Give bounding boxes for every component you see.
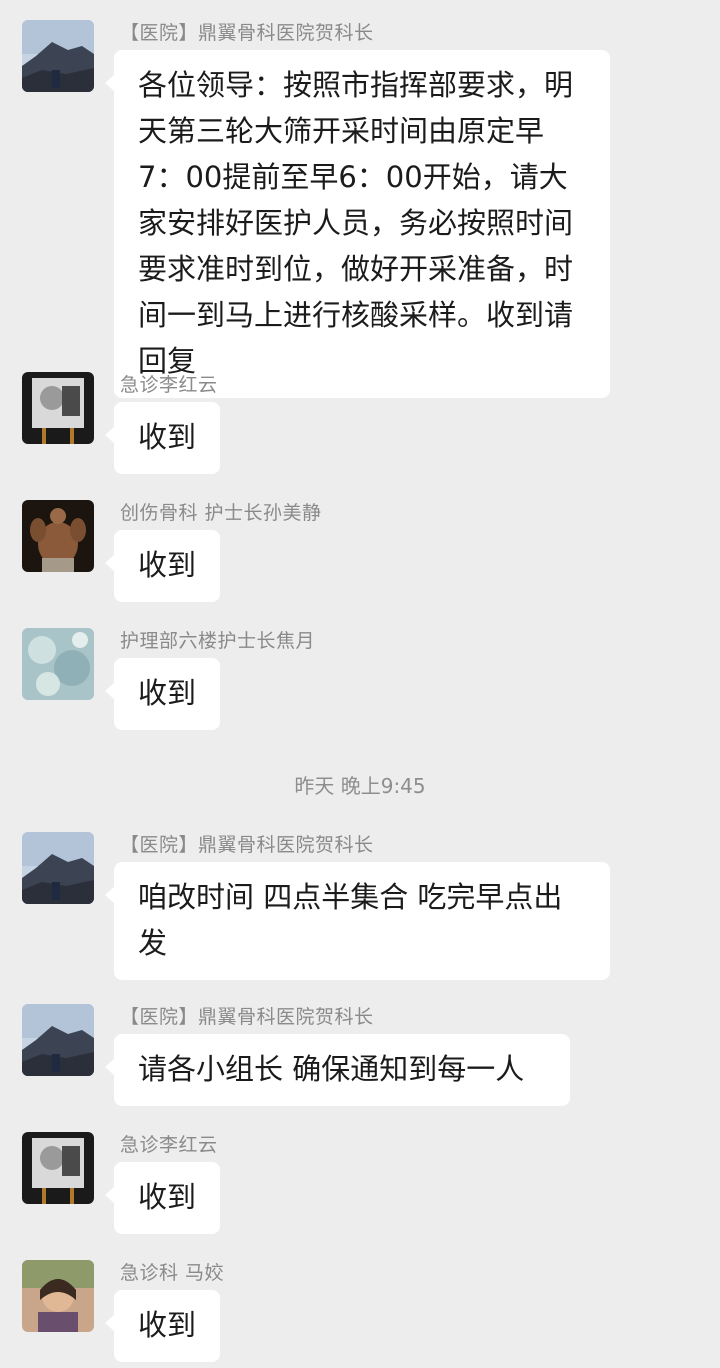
crystal-avatar[interactable] <box>22 628 94 700</box>
sender-name: 急诊李红云 <box>120 1134 218 1156</box>
sender-name: 创伤骨科 护士长孙美静 <box>120 502 322 524</box>
message-bubble[interactable]: 咱改时间 四点半集合 吃完早点出发 <box>105 862 610 980</box>
sender-name: 【医院】鼎翼骨科医院贺科长 <box>120 834 374 856</box>
sender-name: 【医院】鼎翼骨科医院贺科长 <box>120 22 374 44</box>
message-bubble[interactable]: 收到 <box>105 402 220 474</box>
mountain-avatar[interactable] <box>22 832 94 904</box>
message-bubble[interactable]: 请各小组长 确保通知到每一人 <box>105 1034 570 1106</box>
mountain-avatar[interactable] <box>22 1004 94 1076</box>
portrait-avatar[interactable] <box>22 372 94 444</box>
sender-name: 急诊李红云 <box>120 374 218 396</box>
child-avatar[interactable] <box>22 1260 94 1332</box>
sender-name: 急诊科 马姣 <box>120 1262 225 1284</box>
message-bubble[interactable]: 收到 <box>105 1290 220 1362</box>
portrait-avatar[interactable] <box>22 1132 94 1204</box>
sender-name: 【医院】鼎翼骨科医院贺科长 <box>120 1006 374 1028</box>
message-bubble[interactable]: 收到 <box>105 1162 220 1234</box>
sender-name: 护理部六楼护士长焦月 <box>120 630 316 652</box>
message-bubble[interactable]: 收到 <box>105 658 220 730</box>
muscle-avatar[interactable] <box>22 500 94 572</box>
chat-history[interactable]: 【医院】鼎翼骨科医院贺科长 各位领导：按照市指挥部要求，明天第三轮大筛开采时间由… <box>0 0 720 1368</box>
timestamp: 昨天 晚上9:45 <box>294 774 426 798</box>
message-bubble[interactable]: 收到 <box>105 530 220 602</box>
mountain-avatar[interactable] <box>22 20 94 92</box>
message-bubble[interactable]: 各位领导：按照市指挥部要求，明天第三轮大筛开采时间由原定早7：00提前至早6：0… <box>105 50 610 398</box>
